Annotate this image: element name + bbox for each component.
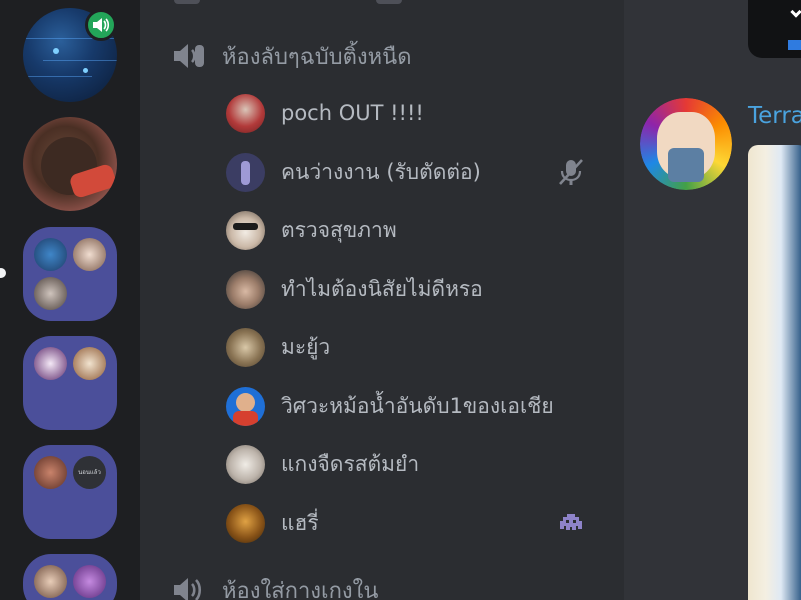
server-mini-label: นอนแล้ว <box>78 469 101 476</box>
voice-user-name: ทำไมต้องนิสัยไม่ดีหรอ <box>281 276 483 301</box>
message-author-name[interactable]: Terra <box>748 103 801 129</box>
voice-user-name: แกงจืดรสต้มยำ <box>281 451 420 476</box>
voice-user-row[interactable]: มะยู้ว <box>226 325 586 369</box>
voice-user-name: คนว่างงาน (รับตัดต่อ) <box>281 159 481 184</box>
user-avatar <box>226 386 265 426</box>
user-avatar <box>226 327 265 367</box>
previous-user-row-edge <box>174 0 200 4</box>
speaker-icon <box>85 9 117 41</box>
server-mini-icon <box>34 456 67 489</box>
voice-user-row[interactable]: poch OUT !!!! <box>226 91 586 135</box>
voice-user-row[interactable]: แฮรี่ <box>226 501 586 545</box>
server-mini-icon <box>73 347 106 380</box>
voice-user-name: poch OUT !!!! <box>281 101 424 125</box>
server-folder[interactable] <box>23 336 117 430</box>
voice-user-name: แฮรี่ <box>281 510 319 535</box>
voice-user-row[interactable]: แกงจืดรสต้มยำ <box>226 442 586 486</box>
message-author-avatar[interactable] <box>640 98 732 190</box>
muted-mic-icon <box>556 158 586 186</box>
message-pane: Terra <box>624 0 801 600</box>
user-avatar <box>226 93 265 133</box>
server-mini-icon: นอนแล้ว <box>73 456 106 489</box>
user-avatar <box>226 444 265 484</box>
channel-list: ห้องลับๆฉบับติ้งหนืด poch OUT !!!! คนว่า… <box>140 0 608 600</box>
server-mini-icon <box>34 347 67 380</box>
voice-user-row[interactable]: คนว่างงาน (รับตัดต่อ) <box>226 150 586 194</box>
previous-user-row-edge <box>376 0 402 4</box>
server-folder[interactable] <box>23 227 117 321</box>
server-mini-icon <box>73 238 106 271</box>
channel-list-scrollbar[interactable] <box>608 0 624 600</box>
voice-user-row[interactable]: ตรวจสุขภาพ <box>226 208 586 252</box>
voice-user-name: มะยู้ว <box>281 334 331 359</box>
user-avatar <box>226 269 265 309</box>
voice-channel[interactable]: ห้องใส่กางเกงใน <box>172 574 378 600</box>
previous-embed <box>748 0 801 58</box>
voice-user-row[interactable]: วิศวะหม้อน้ำอันดับ1ของเอเชีย <box>226 384 586 428</box>
server-rail: นอนแล้ว <box>0 0 140 600</box>
voice-user-row[interactable]: ทำไมต้องนิสัยไม่ดีหรอ <box>226 267 586 311</box>
server-mini-icon <box>34 565 67 598</box>
server-icon[interactable] <box>23 117 117 211</box>
speaker-icon <box>172 42 206 70</box>
user-avatar <box>226 503 265 543</box>
speaker-icon <box>172 576 206 600</box>
voice-user-name: วิศวะหม้อน้ำอันดับ1ของเอเชีย <box>281 393 554 418</box>
message-image-attachment[interactable] <box>748 145 801 600</box>
voice-channel-name: ห้องใส่กางเกงใน <box>222 578 379 600</box>
server-mini-icon <box>34 238 67 271</box>
server-mini-icon <box>73 565 106 598</box>
user-avatar <box>226 210 265 250</box>
voice-channel[interactable]: ห้องลับๆฉบับติ้งหนืด <box>172 40 412 72</box>
unread-indicator <box>0 268 6 278</box>
activity-invader-icon <box>556 509 586 537</box>
server-folder[interactable] <box>23 554 117 600</box>
server-folder[interactable]: นอนแล้ว <box>23 445 117 539</box>
voice-user-name: ตรวจสุขภาพ <box>281 217 397 242</box>
voice-channel-name: ห้องลับๆฉบับติ้งหนืด <box>222 44 412 70</box>
user-avatar <box>226 152 265 192</box>
server-mini-icon <box>34 277 67 310</box>
